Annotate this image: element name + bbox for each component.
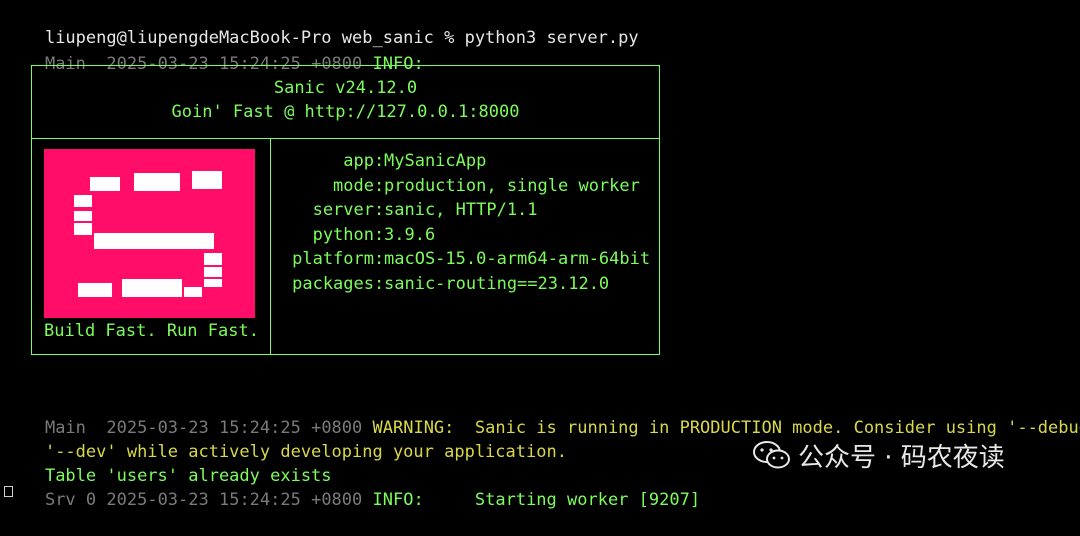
banner-info-list: app:MySanicApp mode:production, single w… (284, 149, 650, 296)
banner-title: Sanic v24.12.0 (273, 78, 418, 98)
log-message: Starting worker [9207] (474, 490, 701, 510)
wechat-icon (753, 441, 790, 469)
sanic-logo (44, 149, 255, 318)
banner-logo-panel: Build Fast. Run Fast. (32, 139, 271, 354)
log-level: INFO: (372, 490, 424, 510)
log-line-warning: Main 2025-03-23 15:24:25 +0800 WARNING: … (4, 392, 1080, 438)
info-row-app: app:MySanicApp (343, 151, 487, 171)
banner-tagline: Build Fast. Run Fast. (44, 321, 259, 341)
watermark-text: 公众号 · 码农夜读 (798, 442, 1005, 473)
banner-header: Sanic v24.12.0 Goin' Fast @ http://127.0… (32, 66, 659, 139)
terminal-cursor (4, 486, 13, 497)
info-row-packages: packages:sanic-routing==23.12.0 (292, 273, 610, 294)
watermark: 公众号 · 码农夜读 (752, 440, 1005, 473)
info-row-mode: mode:production, single worker (333, 175, 640, 196)
prompt-line: liupeng@liupengdeMacBook-Pro web_sanic %… (4, 2, 639, 48)
log-line-warning-cont: '--dev' while actively developing your a… (4, 416, 567, 462)
log-line-info-main: Main 2025-03-23 15:24:25 +0800 INFO: (4, 28, 424, 74)
log-source: Srv 0 (44, 490, 97, 510)
log-timestamp: 2025-03-23 15:24:25 +0800 (106, 490, 363, 510)
info-row-platform: platform:macOS-15.0-arm64-arm-64bit (292, 249, 651, 269)
sanic-s-logo-icon (74, 171, 222, 297)
info-row-python: python:3.9.6 (312, 224, 436, 245)
info-row-server: server:sanic, HTTP/1.1 (312, 200, 538, 220)
plain-output-line: Table 'users' already exists (4, 440, 332, 486)
sanic-banner: Sanic v24.12.0 Goin' Fast @ http://127.0… (31, 65, 660, 355)
log-line-info-srv: Srv 0 2025-03-23 15:24:25 +0800 INFO: St… (4, 464, 700, 510)
banner-subtitle: Goin' Fast @ http://127.0.0.1:8000 (171, 102, 520, 122)
